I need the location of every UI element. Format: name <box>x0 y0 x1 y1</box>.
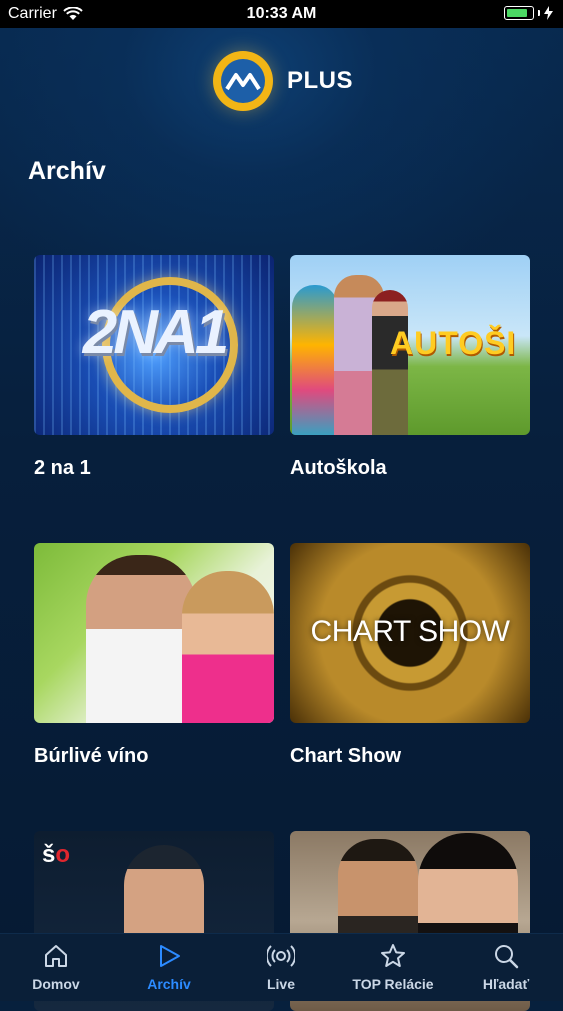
show-card-autoskola[interactable]: AUTOŠI Autoškola <box>290 255 530 479</box>
logo-text: PLUS <box>287 67 354 94</box>
tab-archiv[interactable]: Archív <box>131 934 207 1001</box>
battery-tip <box>538 10 540 16</box>
star-icon <box>381 944 405 967</box>
status-bar: Carrier 10:33 AM <box>0 0 563 28</box>
charging-bolt-icon <box>544 6 553 20</box>
play-icon <box>160 945 180 967</box>
show-title[interactable]: Chart Show <box>290 745 401 768</box>
show-thumbnail[interactable]: 2NA1 <box>34 255 274 435</box>
tab-top-relacie[interactable]: TOP Relácie <box>343 934 443 1001</box>
channel-logo: šo <box>42 841 71 868</box>
battery-icon <box>504 6 534 20</box>
status-right <box>504 6 553 20</box>
show-thumbnail[interactable]: CHART SHOW <box>290 543 530 723</box>
thumbnail-logo-text: 2NA1 <box>82 298 230 367</box>
tab-live[interactable]: Live <box>243 934 319 1001</box>
show-thumbnail[interactable]: AUTOŠI <box>290 255 530 435</box>
battery-level <box>507 9 527 17</box>
tab-label: Live <box>266 976 295 992</box>
tab-bar: Domov Archív Live TOP Relácie Hľadať <box>0 933 563 1001</box>
show-card-burlive-vino[interactable]: Búrlivé víno <box>34 543 274 767</box>
show-title[interactable]: Autoškola <box>290 457 387 480</box>
home-icon <box>45 945 67 967</box>
markiza-logo-icon <box>213 51 273 111</box>
show-card-chart-show[interactable]: CHART SHOW Chart Show <box>290 543 530 767</box>
show-title[interactable]: 2 na 1 <box>34 457 91 480</box>
tab-label: Archív <box>147 976 191 992</box>
show-card-2na1[interactable]: 2NA1 2 na 1 <box>34 255 274 479</box>
search-icon <box>495 945 519 969</box>
tab-label: Domov <box>32 976 80 992</box>
tab-label: TOP Relácie <box>352 976 434 992</box>
thumbnail-logo-text: CHART SHOW <box>310 615 510 648</box>
app-logo[interactable]: PLUS <box>213 51 353 111</box>
show-title[interactable]: Búrlivé víno <box>34 745 148 768</box>
thumbnail-logo-text: AUTOŠI <box>390 325 517 361</box>
tab-domov[interactable]: Domov <box>18 934 94 1001</box>
show-thumbnail[interactable] <box>34 543 274 723</box>
tab-label: Hľadať <box>482 976 530 992</box>
status-time: 10:33 AM <box>246 5 317 22</box>
broadcast-icon <box>267 945 295 967</box>
tab-hladat[interactable]: Hľadať <box>468 934 544 1001</box>
page-title: Archív <box>28 157 106 185</box>
